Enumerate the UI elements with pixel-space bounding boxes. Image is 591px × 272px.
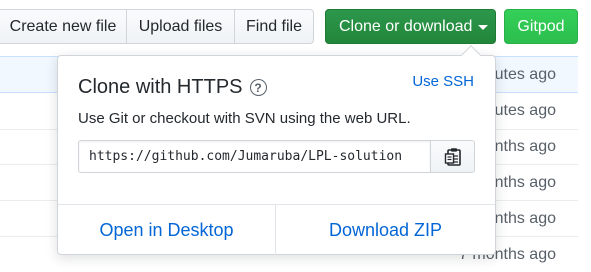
commit-age: utes ago [494,65,556,83]
repo-file-button-group: Create new file Upload files Find file [0,9,314,44]
commit-age: utes ago [494,102,556,119]
open-in-desktop-link[interactable]: Open in Desktop [58,205,276,255]
clone-or-download-label: Clone or download [339,17,473,35]
upload-files-button[interactable]: Upload files [126,9,235,44]
commit-age: nths ago [494,138,556,155]
find-file-button[interactable]: Find file [234,9,314,44]
clone-title-text: Clone with HTTPS [78,76,243,98]
download-zip-link[interactable]: Download ZIP [276,205,495,255]
popover-arrow [461,45,481,65]
gitpod-button[interactable]: Gitpod [504,9,578,44]
clipboard-icon [444,147,461,166]
clone-popover-footer: Open in Desktop Download ZIP [58,204,495,255]
clone-url-group [78,140,475,173]
use-ssh-link[interactable]: Use SSH [412,73,474,90]
clone-or-download-button[interactable]: Clone or download [325,9,496,44]
question-circle-icon[interactable]: ? [249,79,267,96]
commit-age: nths ago [494,173,556,191]
clone-popover-title: Clone with HTTPS ? [78,76,267,99]
clone-popover: Clone with HTTPS ? Use SSH Use Git or ch… [57,45,496,255]
commit-age: nths ago [494,209,556,227]
clone-url-input[interactable] [78,140,430,173]
clone-description: Use Git or checkout with SVN using the w… [78,110,411,127]
create-new-file-button[interactable]: Create new file [0,9,127,44]
caret-down-icon [478,25,489,30]
copy-url-button[interactable] [430,140,475,173]
